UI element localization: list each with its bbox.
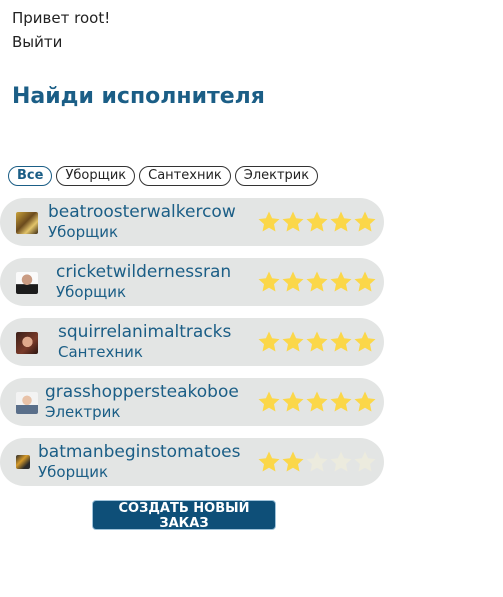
filter-plumber[interactable]: Сантехник (139, 166, 231, 186)
star-empty-icon (306, 451, 328, 472)
worker-card[interactable]: cricketwildernessran Уборщик (0, 258, 384, 306)
worker-name: cricketwildernessran (56, 262, 232, 282)
worker-name: batmanbeginstomatoes (38, 442, 241, 462)
page-title: Найди исполнителя (12, 84, 265, 109)
worker-card[interactable]: beatroosterwalkercow Уборщик (0, 198, 384, 246)
star-filled-icon (354, 271, 376, 292)
worker-card[interactable]: batmanbeginstomatoes Уборщик (0, 438, 384, 486)
star-filled-icon (306, 331, 328, 352)
rating-stars (257, 270, 377, 294)
worker-name: squirrelanimaltracks (58, 322, 232, 342)
create-order-button[interactable]: СОЗДАТЬ НОВЫЙ ЗАКАЗ (92, 500, 276, 531)
rating-stars (257, 390, 377, 414)
star-empty-icon (354, 451, 376, 472)
star-filled-icon (282, 391, 304, 412)
star-filled-icon (330, 211, 352, 232)
star-filled-icon (306, 271, 328, 292)
star-filled-icon (282, 211, 304, 232)
greeting-text: Привет root! (12, 9, 111, 27)
worker-role: Уборщик (38, 463, 109, 481)
worker-role: Уборщик (48, 223, 119, 241)
star-filled-icon (354, 211, 376, 232)
star-filled-icon (282, 451, 304, 472)
worker-role: Сантехник (58, 343, 143, 361)
filter-cleaner[interactable]: Уборщик (56, 166, 136, 186)
rating-stars (257, 450, 377, 474)
avatar (16, 332, 38, 354)
worker-name: beatroosterwalkercow (48, 202, 236, 222)
filter-electrician[interactable]: Электрик (234, 166, 319, 186)
star-empty-icon (330, 451, 352, 472)
star-filled-icon (306, 391, 328, 412)
worker-name: grasshoppersteakoboe (45, 382, 239, 402)
rating-stars (257, 210, 377, 234)
logout-link[interactable]: Выйти (12, 33, 62, 51)
filter-bar: Все Уборщик Сантехник Электрик (8, 166, 319, 186)
star-filled-icon (258, 451, 280, 472)
avatar (16, 455, 30, 469)
avatar (16, 212, 38, 234)
star-filled-icon (330, 271, 352, 292)
star-filled-icon (330, 391, 352, 412)
filter-all[interactable]: Все (8, 166, 53, 186)
worker-card[interactable]: squirrelanimaltracks Сантехник (0, 318, 384, 366)
star-filled-icon (306, 211, 328, 232)
avatar (16, 392, 38, 414)
rating-stars (257, 330, 377, 354)
star-filled-icon (354, 331, 376, 352)
star-filled-icon (258, 211, 280, 232)
star-filled-icon (258, 391, 280, 412)
star-filled-icon (354, 391, 376, 412)
worker-list: beatroosterwalkercow Уборщик cricketwild… (0, 198, 384, 498)
worker-role: Электрик (45, 403, 121, 421)
star-filled-icon (258, 331, 280, 352)
star-filled-icon (282, 271, 304, 292)
star-filled-icon (330, 331, 352, 352)
avatar (16, 272, 38, 294)
star-filled-icon (258, 271, 280, 292)
worker-role: Уборщик (56, 283, 127, 301)
star-filled-icon (282, 331, 304, 352)
worker-card[interactable]: grasshoppersteakoboe Электрик (0, 378, 384, 426)
